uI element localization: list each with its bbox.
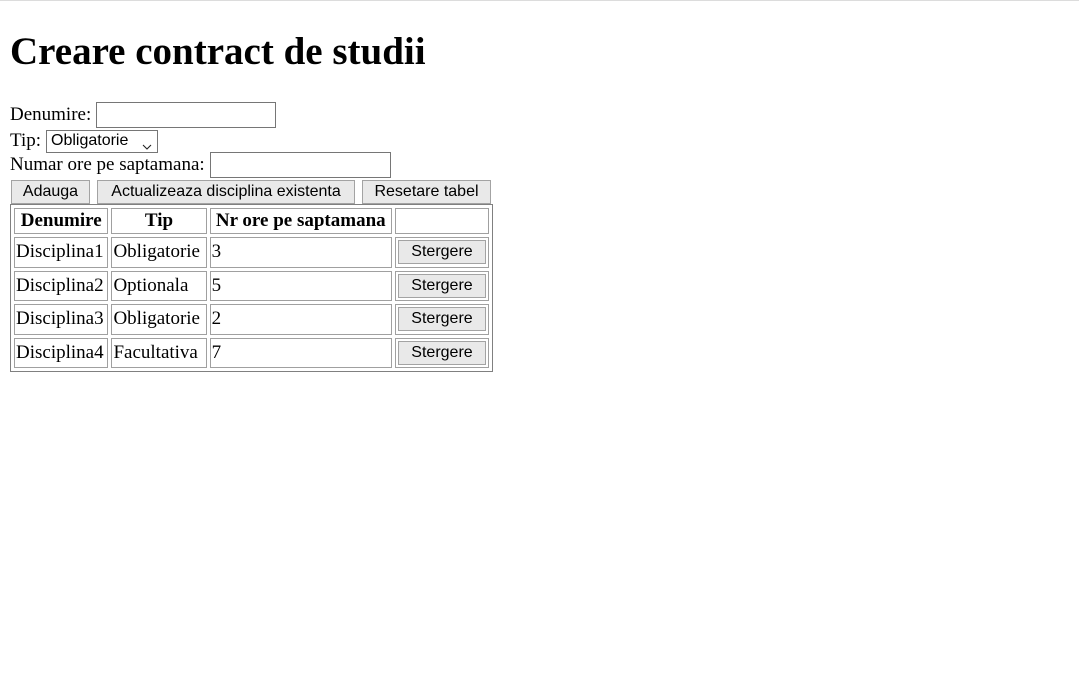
cell-denumire: Disciplina4 [14,337,109,368]
cell-action: Stergere [394,337,489,368]
table-row: Disciplina4 Facultativa 7 Stergere [14,337,489,368]
actualizeaza-button[interactable]: Actualizeaza disciplina existenta [97,180,355,204]
table-header-row: Denumire Tip Nr ore pe saptamana [14,208,489,234]
cell-ore: 5 [209,270,392,301]
header-actiune [394,208,489,234]
table-row: Disciplina1 Obligatorie 3 Stergere [14,237,489,268]
action-buttons: Adauga Actualizeaza disciplina existenta… [11,180,491,204]
cell-action: Stergere [394,304,489,335]
resetare-button[interactable]: Resetare tabel [362,180,491,204]
disciplines-table: Denumire Tip Nr ore pe saptamana Discipl… [10,204,493,372]
cell-action: Stergere [394,237,489,268]
tip-select-value: Obligatorie [51,132,129,149]
stergere-button[interactable]: Stergere [397,307,486,332]
cell-ore: 7 [209,337,392,368]
ore-label: Numar ore pe saptamana: [10,154,205,175]
denumire-row: Denumire: [10,102,277,128]
cell-tip: Obligatorie [111,304,207,335]
cell-ore: 2 [209,304,392,335]
cell-action: Stergere [394,270,489,301]
tip-label: Tip: [10,130,41,151]
header-denumire: Denumire [14,208,109,234]
cell-denumire: Disciplina3 [14,304,109,335]
stergere-button[interactable]: Stergere [397,273,486,298]
page-title: Creare contract de studii [10,30,426,73]
stergere-button[interactable]: Stergere [397,340,486,365]
table-row: Disciplina2 Optionala 5 Stergere [14,270,489,301]
cell-denumire: Disciplina1 [14,237,109,268]
ore-row: Numar ore pe saptamana: [10,152,391,178]
ore-input[interactable] [209,152,391,178]
header-tip: Tip [111,208,207,234]
adauga-button[interactable]: Adauga [11,180,90,204]
cell-denumire: Disciplina2 [14,270,109,301]
cell-tip: Optionala [111,270,207,301]
top-divider [0,0,1079,1]
tip-select[interactable]: Obligatorie [46,129,158,153]
denumire-label: Denumire: [10,104,92,125]
cell-tip: Facultativa [111,337,207,368]
cell-tip: Obligatorie [111,237,207,268]
denumire-input[interactable] [96,102,277,128]
header-ore: Nr ore pe saptamana [209,208,392,234]
table-row: Disciplina3 Obligatorie 2 Stergere [14,304,489,335]
stergere-button[interactable]: Stergere [397,240,486,265]
tip-row: Tip: Obligatorie [10,129,158,153]
chevron-down-icon [142,136,152,150]
cell-ore: 3 [209,237,392,268]
